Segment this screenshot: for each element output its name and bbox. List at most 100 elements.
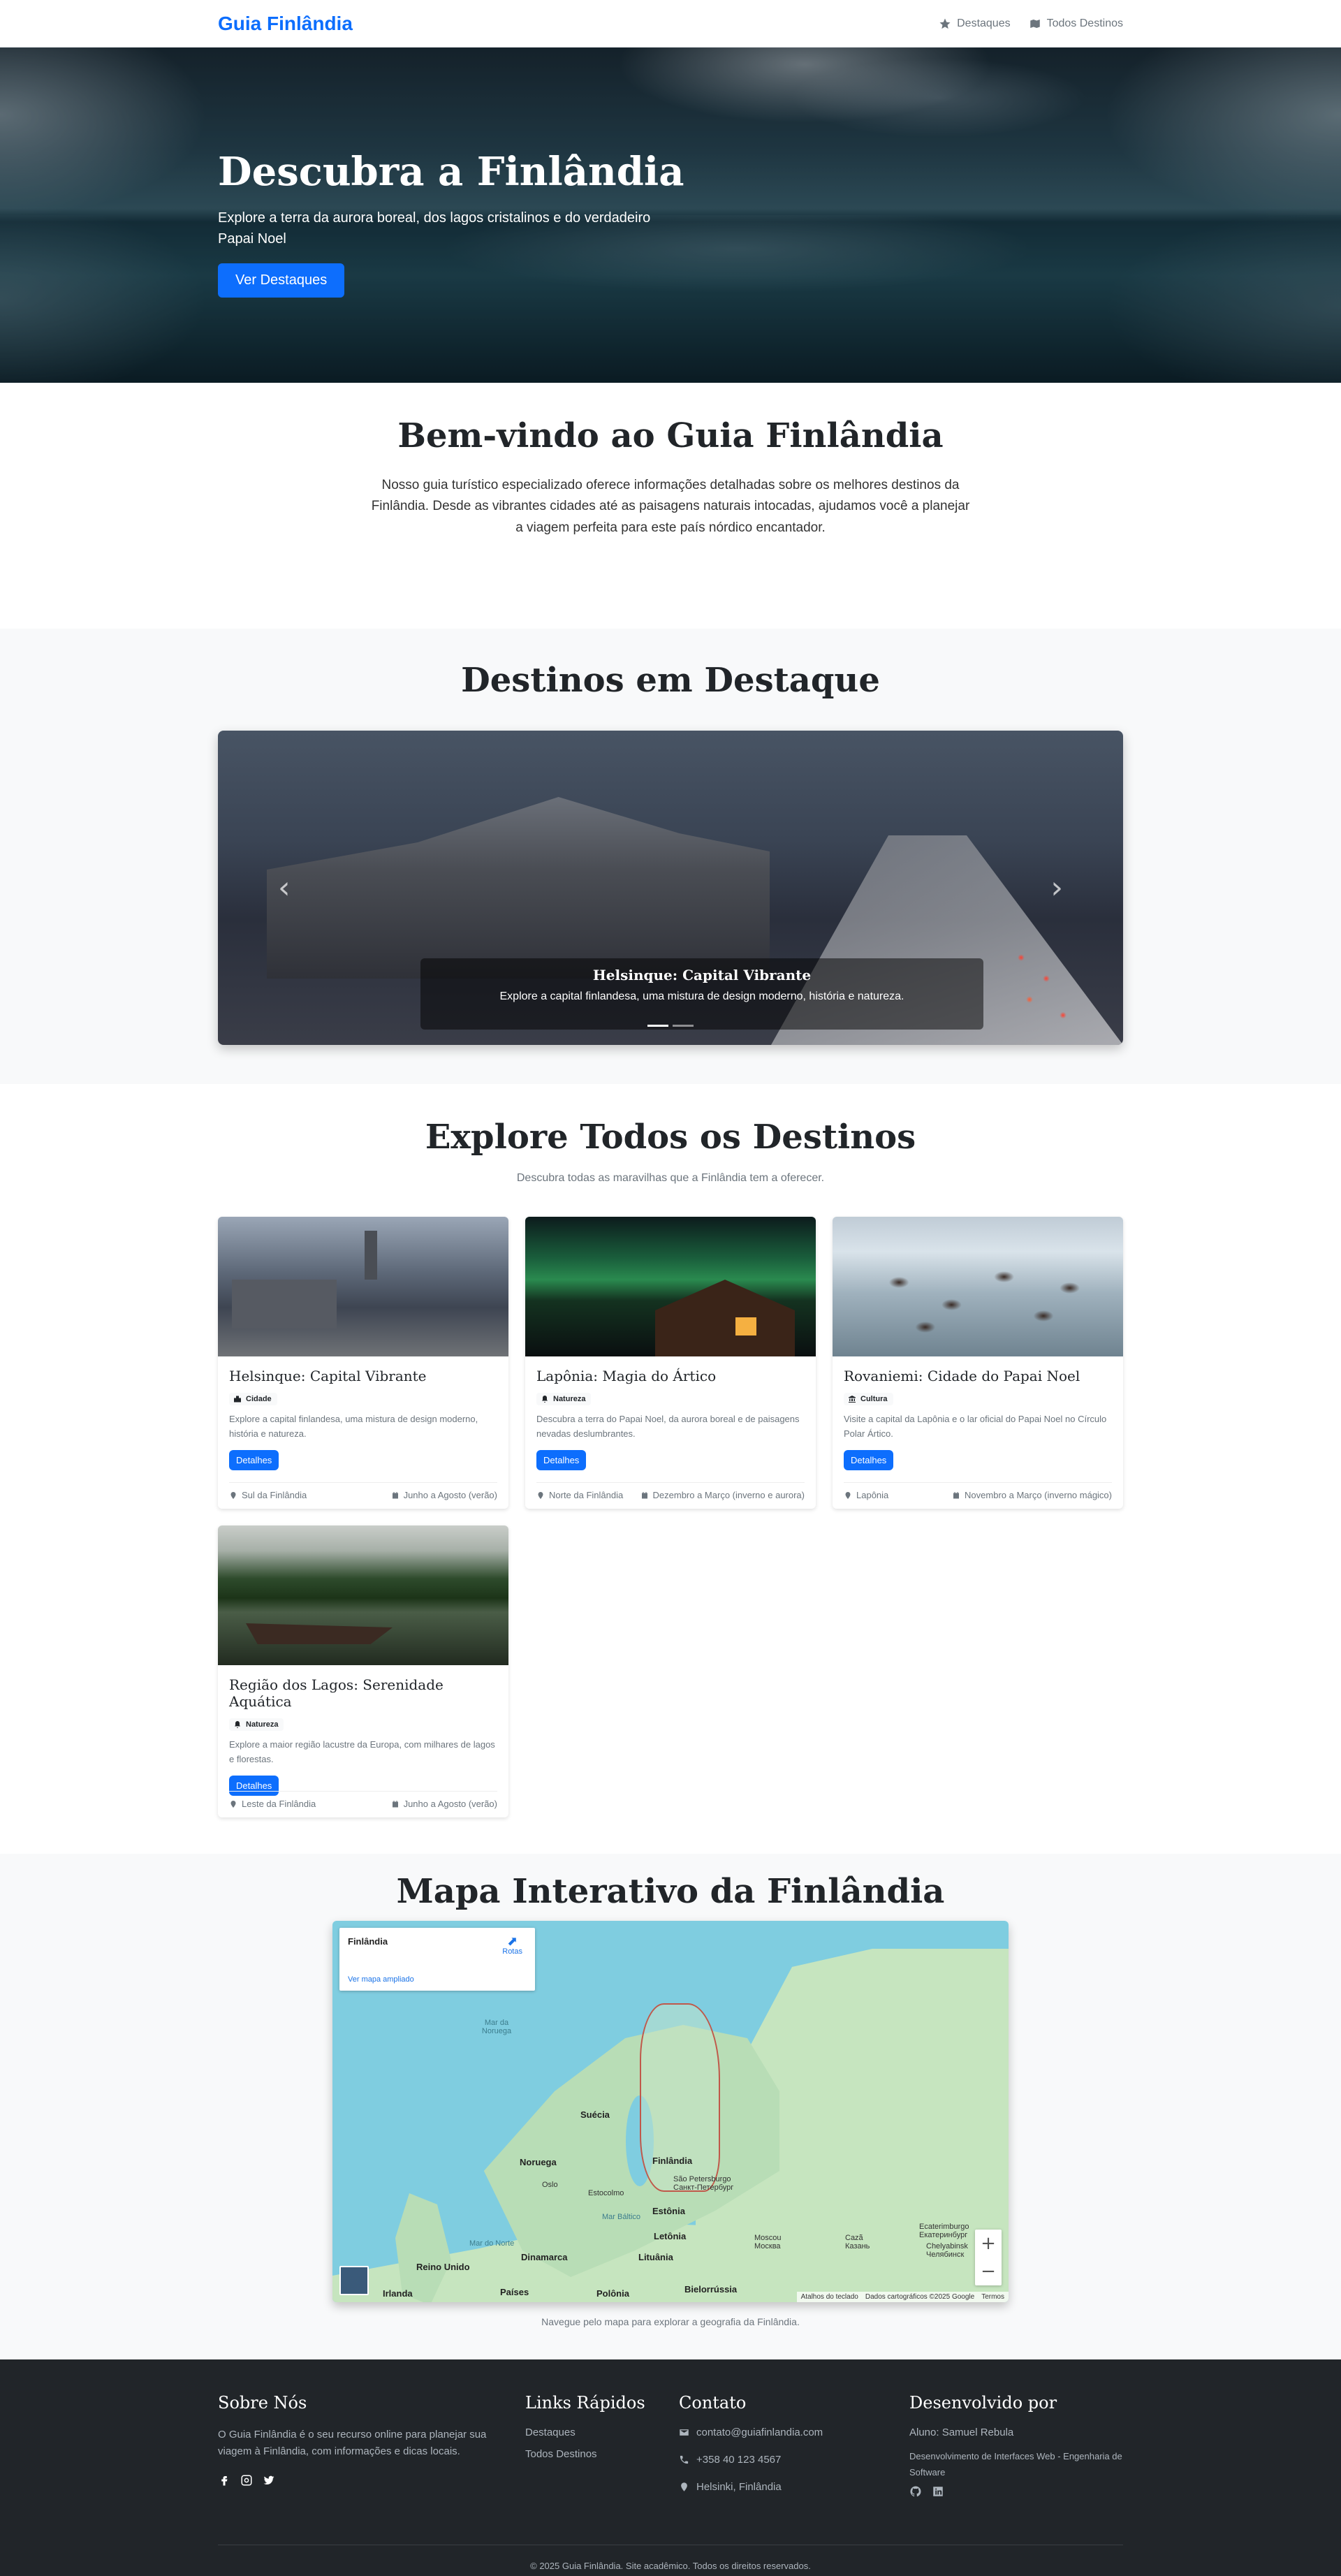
bell-icon xyxy=(235,1721,240,1728)
zoom-controls: + − xyxy=(975,2230,1002,2285)
carousel-indicators xyxy=(218,1025,1123,1027)
city-icon xyxy=(234,1396,241,1403)
nav-links: Destaques Todos Destinos xyxy=(939,17,1123,30)
footer-about: Sobre Nós O Guia Finlândia é o seu recur… xyxy=(218,2393,525,2508)
interactive-map[interactable]: Mar da Noruega Suécia Noruega Finlândia … xyxy=(332,1921,1009,2302)
facebook-icon[interactable] xyxy=(218,2474,230,2487)
badge-label: Cultura xyxy=(860,1395,888,1403)
season-label: Junho a Agosto (verão) xyxy=(403,1490,497,1500)
routes-label: Rotas xyxy=(502,1947,522,1956)
map-label: Polônia xyxy=(596,2288,629,2299)
map-label: Irlanda xyxy=(383,2288,413,2299)
map-label: Suécia xyxy=(580,2109,610,2120)
directions-icon: ⬈ xyxy=(507,1934,518,1948)
destination-card-helsinki: Helsinque: Capital Vibrante Cidade Explo… xyxy=(218,1217,508,1509)
footer-link-todos-destinos[interactable]: Todos Destinos xyxy=(525,2448,679,2460)
nav-link-todos-destinos[interactable]: Todos Destinos xyxy=(1029,17,1123,30)
carousel-prev-icon[interactable]: ‹ xyxy=(278,870,291,906)
season-label: Junho a Agosto (verão) xyxy=(403,1799,497,1809)
footer-link-destaques[interactable]: Destaques xyxy=(525,2427,679,2438)
linkedin-icon[interactable] xyxy=(932,2485,944,2498)
keyboard-shortcuts-link[interactable]: Atalhos do teclado xyxy=(801,2293,858,2301)
details-button[interactable]: Detalhes xyxy=(229,1449,279,1470)
bell-icon xyxy=(542,1396,548,1403)
developer-links xyxy=(909,2485,1123,2498)
details-button[interactable]: Detalhes xyxy=(844,1449,894,1470)
card-description: Descubra a terra do Papai Noel, da auror… xyxy=(536,1414,800,1439)
zoom-in-button[interactable]: + xyxy=(981,2233,996,2254)
map-attribution: Atalhos do teclado Dados cartográficos ©… xyxy=(796,2292,1009,2302)
destination-cards: Helsinque: Capital Vibrante Cidade Explo… xyxy=(218,1217,1123,1817)
course-name: Desenvolvimento de Interfaces Web - Enge… xyxy=(909,2451,1122,2478)
routes-button[interactable]: ⬈ Rotas xyxy=(502,1935,522,1956)
see-highlights-button[interactable]: Ver Destaques xyxy=(218,263,345,298)
hero-title: Descubra a Finlândia xyxy=(218,148,684,195)
location-pin-icon xyxy=(538,1491,543,1499)
welcome-section: Bem-vindo ao Guia Finlândia Nosso guia t… xyxy=(0,383,1341,629)
calendar-icon xyxy=(641,1491,647,1498)
calendar-icon xyxy=(392,1800,398,1807)
badge-label: Natureza xyxy=(246,1720,279,1729)
calendar-icon xyxy=(392,1491,398,1498)
view-larger-map-link[interactable]: Ver mapa ampliado xyxy=(348,1975,414,1984)
footer-contact: Contato contato@guiafinlandia.com +358 4… xyxy=(679,2393,909,2508)
featured-title: Destinos em Destaque xyxy=(461,661,880,700)
featured-carousel: ‹ › Helsinque: Capital Vibrante Explore … xyxy=(218,731,1123,1045)
map-label: Moscou Москва xyxy=(754,2234,782,2251)
card-location: Sul da Finlândia xyxy=(229,1490,307,1500)
category-badge: Natureza xyxy=(536,1393,592,1405)
card-meta: Lapônia Novembro a Março (inverno mágico… xyxy=(844,1482,1112,1500)
map-type-toggle[interactable] xyxy=(339,2266,369,2295)
carousel-caption-title: Helsinque: Capital Vibrante xyxy=(592,967,812,983)
destination-card-rovaniemi: Rovaniemi: Cidade do Papai Noel Cultura … xyxy=(833,1217,1123,1509)
phone-icon xyxy=(680,2455,689,2464)
instagram-icon[interactable] xyxy=(240,2474,253,2487)
location-label: Norte da Finlândia xyxy=(549,1490,624,1500)
envelope-icon xyxy=(680,2429,689,2436)
hero-banner: Descubra a Finlândia Explore a terra da … xyxy=(0,47,1341,383)
badge-label: Natureza xyxy=(553,1395,586,1403)
location-pin-icon xyxy=(230,1491,236,1499)
calendar-icon xyxy=(953,1491,960,1498)
card-season: Novembro a Março (inverno mágico) xyxy=(952,1490,1112,1500)
brand-logo[interactable]: Guia Finlândia xyxy=(218,13,353,35)
footer-quick-links: Links Rápidos Destaques Todos Destinos xyxy=(525,2393,679,2508)
footer: Sobre Nós O Guia Finlândia é o seu recur… xyxy=(0,2359,1341,2576)
footer-links-title: Links Rápidos xyxy=(525,2393,645,2413)
location-pin-icon xyxy=(845,1491,851,1499)
destination-card-lakes: Região dos Lagos: Serenidade Aquática Na… xyxy=(218,1525,508,1817)
card-location: Norte da Finlândia xyxy=(536,1490,623,1500)
map-note: Navegue pelo mapa para explorar a geogra… xyxy=(541,2316,800,2327)
featured-section: Destinos em Destaque ‹ › Helsinque: Capi… xyxy=(0,629,1341,1084)
map-label: Estocolmo xyxy=(588,2189,624,2197)
card-season: Junho a Agosto (verão) xyxy=(391,1490,497,1500)
map-data-text: Dados cartográficos ©2025 Google xyxy=(865,2293,975,2301)
details-button[interactable]: Detalhes xyxy=(536,1449,587,1470)
map-label: Mar da Noruega xyxy=(481,2019,512,2035)
map-label: Estônia xyxy=(652,2206,685,2216)
map-label: Mar do Norte xyxy=(469,2239,515,2248)
contact-email[interactable]: contato@guiafinlandia.com xyxy=(679,2427,909,2438)
zoom-out-button[interactable]: − xyxy=(981,2261,996,2282)
contact-phone[interactable]: +358 40 123 4567 xyxy=(679,2454,909,2466)
address-text: Helsinki, Finlândia xyxy=(696,2481,782,2493)
card-title: Lapônia: Magia do Ártico xyxy=(536,1368,717,1384)
copyright: © 2025 Guia Finlândia. Site acadêmico. T… xyxy=(218,2545,1123,2571)
carousel-next-icon[interactable]: › xyxy=(1050,870,1063,906)
carousel-indicator-1[interactable] xyxy=(647,1025,668,1027)
terms-link[interactable]: Termos xyxy=(981,2293,1004,2301)
github-icon[interactable] xyxy=(909,2485,922,2498)
card-image xyxy=(833,1217,1123,1356)
carousel-indicator-2[interactable] xyxy=(673,1025,694,1027)
map-label: Cazã Казань xyxy=(845,2234,870,2251)
twitter-icon[interactable] xyxy=(263,2474,275,2487)
location-label: Leste da Finlândia xyxy=(242,1799,316,1809)
map-info-card: Finlândia ⬈ Rotas Ver mapa ampliado xyxy=(339,1928,535,1991)
map-icon xyxy=(1029,20,1040,28)
footer-dev-title: Desenvolvido por xyxy=(909,2393,1057,2413)
landmark-icon xyxy=(849,1396,856,1403)
map-label: São Petersburgo Санкт-Петербург xyxy=(673,2175,734,2193)
nav-link-destaques[interactable]: Destaques xyxy=(939,17,1011,30)
card-title: Rovaniemi: Cidade do Papai Noel xyxy=(844,1368,1080,1384)
nav-link-label: Destaques xyxy=(957,17,1011,29)
